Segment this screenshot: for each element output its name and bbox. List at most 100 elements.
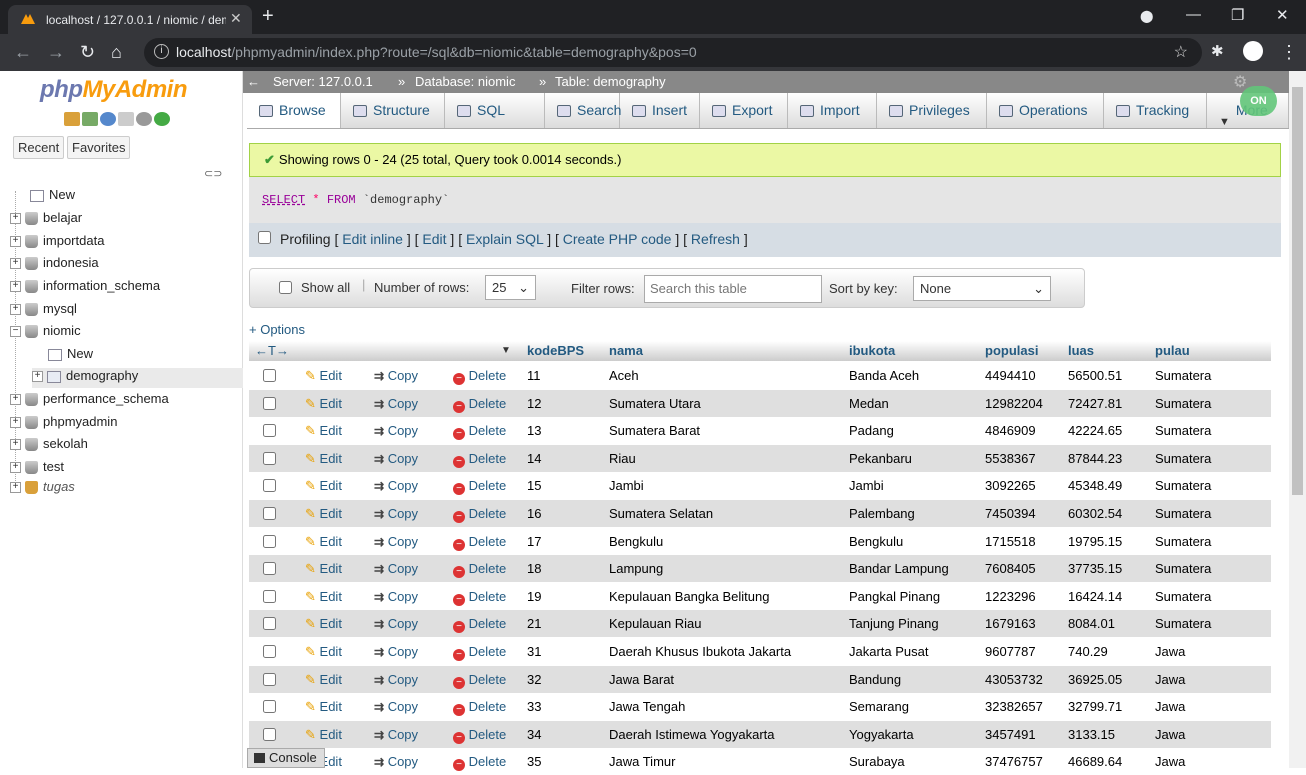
tree-item-new[interactable]: New <box>48 346 93 366</box>
favorites-button[interactable]: Favorites <box>67 136 131 159</box>
tab-privileges[interactable]: Privileges <box>877 93 987 128</box>
explain-sql-link[interactable]: Explain SQL <box>466 231 543 247</box>
delete-row-button[interactable]: − Delete <box>453 534 506 551</box>
tab-search[interactable]: Search <box>545 93 621 128</box>
menu-icon[interactable]: ⋮ <box>1280 42 1298 63</box>
collapse-arrow-icon[interactable]: ← <box>247 74 260 89</box>
column-header-populasi[interactable]: populasi <box>985 343 1038 358</box>
column-resize-arrows-icon[interactable]: ←T→ <box>255 343 289 358</box>
tab-export[interactable]: Export <box>700 93 788 128</box>
docs-icon[interactable] <box>118 112 134 126</box>
delete-row-button[interactable]: − Delete <box>453 478 506 496</box>
avatar[interactable] <box>1243 41 1263 61</box>
edit-inline-link[interactable]: Edit inline <box>342 231 403 247</box>
expand-icon[interactable]: + <box>10 213 21 225</box>
tab-operations[interactable]: Operations <box>987 93 1104 128</box>
copy-row-button[interactable]: ⇉ Copy <box>374 754 418 769</box>
delete-row-button[interactable]: − Delete <box>453 561 506 579</box>
sort-by-key-select[interactable]: None ⌄ <box>913 276 1051 301</box>
edit-link[interactable]: Edit <box>422 231 446 247</box>
row-checkbox[interactable] <box>263 727 276 741</box>
copy-row-button[interactable]: ⇉ Copy <box>374 506 418 521</box>
tree-item-demography[interactable]: + demography <box>32 368 243 388</box>
tree-item-belajar[interactable]: + belajar <box>10 210 82 230</box>
column-header-kodebps[interactable]: kodeBPS <box>527 343 584 358</box>
link-with-main-panel-icon[interactable]: ⊂⊃ <box>204 167 222 180</box>
edit-row-button[interactable]: ✎ Edit <box>305 561 342 577</box>
delete-row-button[interactable]: − Delete <box>453 451 506 468</box>
tab-structure[interactable]: Structure <box>341 93 445 128</box>
back-icon[interactable]: ← <box>14 42 32 63</box>
copy-row-button[interactable]: ⇉ Copy <box>374 423 418 438</box>
column-header-nama[interactable]: nama <box>609 343 643 358</box>
tree-item-test[interactable]: + test <box>10 459 64 479</box>
breadcrumb-server[interactable]: Server: 127.0.0.1 <box>273 74 373 89</box>
copy-row-button[interactable]: ⇉ Copy <box>374 727 418 742</box>
column-header-pulau[interactable]: pulau <box>1155 343 1190 358</box>
copy-row-button[interactable]: ⇉ Copy <box>374 589 418 604</box>
row-checkbox[interactable] <box>263 672 276 686</box>
home-icon[interactable] <box>64 112 80 126</box>
sql-keyword[interactable]: SELECT <box>262 193 305 207</box>
delete-row-button[interactable]: − Delete <box>453 699 506 717</box>
row-checkbox[interactable] <box>263 617 276 631</box>
extensions-icon[interactable]: ✱ <box>1211 42 1224 60</box>
close-tab-icon[interactable]: ✕ <box>230 10 242 27</box>
delete-row-button[interactable]: − Delete <box>453 506 506 523</box>
minimize-icon[interactable]: — <box>1186 6 1201 23</box>
tree-item-tugas[interactable]: + tugas <box>10 479 75 499</box>
row-checkbox[interactable] <box>263 451 276 465</box>
tree-item-sekolah[interactable]: + sekolah <box>10 436 88 456</box>
create-php-code-link[interactable]: Create PHP code <box>563 231 672 247</box>
address-bar[interactable]: i localhost/phpmyadmin/index.php?route=/… <box>144 38 1202 67</box>
reload-navigation-icon[interactable] <box>154 112 170 126</box>
close-window-icon[interactable]: ✕ <box>1276 6 1289 24</box>
new-tab-icon[interactable]: + <box>262 5 274 28</box>
expand-icon[interactable]: + <box>10 482 21 494</box>
delete-row-button[interactable]: − Delete <box>453 368 506 385</box>
number-of-rows-select[interactable]: 25 ⌄ <box>485 275 536 300</box>
tree-item-performance_schema[interactable]: + performance_schema <box>10 391 169 411</box>
row-checkbox[interactable] <box>263 562 276 576</box>
tab-import[interactable]: Import <box>788 93 877 128</box>
row-checkbox[interactable] <box>263 534 276 548</box>
column-dropdown-icon[interactable]: ▼ <box>501 345 511 356</box>
delete-row-button[interactable]: − Delete <box>453 589 506 606</box>
edit-row-button[interactable]: ✎ Edit <box>305 672 342 688</box>
tab-insert[interactable]: Insert <box>620 93 700 128</box>
edit-row-button[interactable]: ✎ Edit <box>305 589 342 605</box>
edit-row-button[interactable]: ✎ Edit <box>305 478 342 494</box>
reload-icon[interactable]: ↻ <box>80 42 95 63</box>
profiling-checkbox[interactable] <box>258 231 271 244</box>
site-info-icon[interactable]: i <box>154 44 169 59</box>
scrollbar[interactable] <box>1289 71 1306 768</box>
browser-tab[interactable]: localhost / 127.0.0.1 / niomic / demogra… <box>8 5 252 34</box>
row-checkbox[interactable] <box>263 396 276 410</box>
row-checkbox[interactable] <box>263 507 276 520</box>
copy-row-button[interactable]: ⇉ Copy <box>374 396 418 411</box>
expand-icon[interactable]: + <box>10 304 21 316</box>
copy-row-button[interactable]: ⇉ Copy <box>374 561 418 576</box>
delete-row-button[interactable]: − Delete <box>453 672 506 689</box>
edit-row-button[interactable]: ✎ Edit <box>305 368 342 384</box>
collapse-icon[interactable]: − <box>10 326 21 338</box>
tree-item-phpmyadmin[interactable]: + phpmyadmin <box>10 414 117 434</box>
copy-row-button[interactable]: ⇉ Copy <box>374 616 418 631</box>
expand-icon[interactable]: + <box>10 236 21 248</box>
edit-row-button[interactable]: ✎ Edit <box>305 423 342 439</box>
row-checkbox[interactable] <box>263 424 276 438</box>
bookmark-star-icon[interactable]: ☆ <box>1174 42 1188 62</box>
row-checkbox[interactable] <box>263 700 276 714</box>
tree-item-mysql[interactable]: + mysql <box>10 301 77 321</box>
row-checkbox[interactable] <box>263 369 276 382</box>
scrollbar-thumb[interactable] <box>1292 87 1303 495</box>
edit-row-button[interactable]: ✎ Edit <box>305 699 342 715</box>
row-checkbox[interactable] <box>263 479 276 493</box>
column-header-luas[interactable]: luas <box>1068 343 1094 358</box>
edit-row-button[interactable]: ✎ Edit <box>305 396 342 412</box>
copy-row-button[interactable]: ⇉ Copy <box>374 368 418 383</box>
recent-button[interactable]: Recent <box>13 136 65 159</box>
options-link[interactable]: + Options <box>249 322 305 337</box>
edit-row-button[interactable]: ✎ Edit <box>305 616 342 632</box>
copy-row-button[interactable]: ⇉ Copy <box>374 699 418 714</box>
